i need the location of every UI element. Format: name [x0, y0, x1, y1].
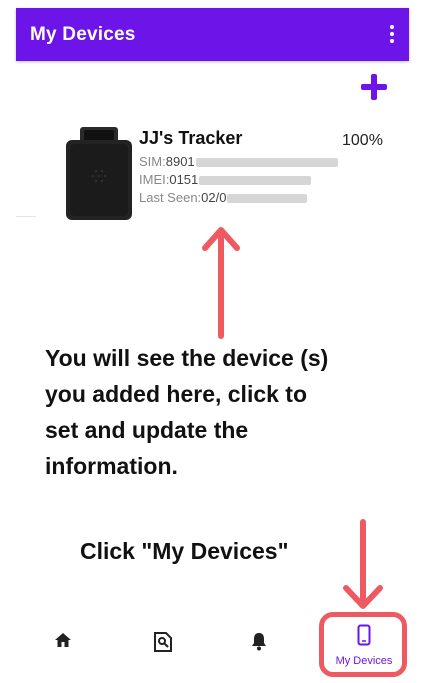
map-icon	[154, 632, 172, 652]
down-arrow-head	[343, 585, 383, 609]
instruction-line: set and update the	[45, 417, 249, 443]
instruction-line: You will see the device (s)	[45, 345, 329, 371]
device-name: JJ's Tracker	[139, 128, 243, 148]
imei-row: IMEI:0151	[139, 172, 312, 187]
last-seen-row: Last Seen:02/0	[139, 190, 308, 205]
home-icon	[55, 633, 71, 647]
sim-row: SIM:8901	[139, 154, 338, 169]
divider	[16, 216, 36, 217]
instruction-line: you added here, click to	[45, 381, 308, 407]
overflow-menu-icon[interactable]	[387, 23, 397, 47]
app-bar: My Devices	[16, 8, 409, 61]
redaction-blur	[199, 176, 312, 186]
sim-label: SIM:	[139, 154, 166, 169]
redaction-blur	[195, 158, 338, 168]
highlight-box	[319, 612, 407, 677]
imei-value: 0151	[169, 172, 199, 187]
instruction-line: information.	[45, 453, 178, 479]
click-note: Click "My Devices"	[80, 538, 289, 564]
bell-icon	[252, 633, 266, 651]
last-seen-label: Last Seen:	[139, 190, 202, 205]
app-title: My Devices	[30, 23, 136, 45]
nav-home[interactable]	[18, 606, 108, 680]
imei-label: IMEI:	[139, 172, 170, 187]
add-device-icon[interactable]	[358, 71, 390, 103]
tracker-device-image	[66, 127, 132, 220]
battery-level: 100%	[342, 132, 383, 149]
nav-map[interactable]	[116, 606, 206, 680]
redaction-blur	[227, 194, 308, 204]
up-arrow-head	[202, 227, 240, 251]
nav-alerts[interactable]	[214, 606, 304, 680]
sim-value: 8901	[165, 154, 195, 169]
last-seen-value: 02/0	[201, 190, 227, 205]
instruction-text: You will see the device (s) you added he…	[45, 340, 415, 484]
device-card[interactable]: JJ's Tracker 100% SIM:8901 IMEI:0151 Las…	[40, 120, 400, 232]
